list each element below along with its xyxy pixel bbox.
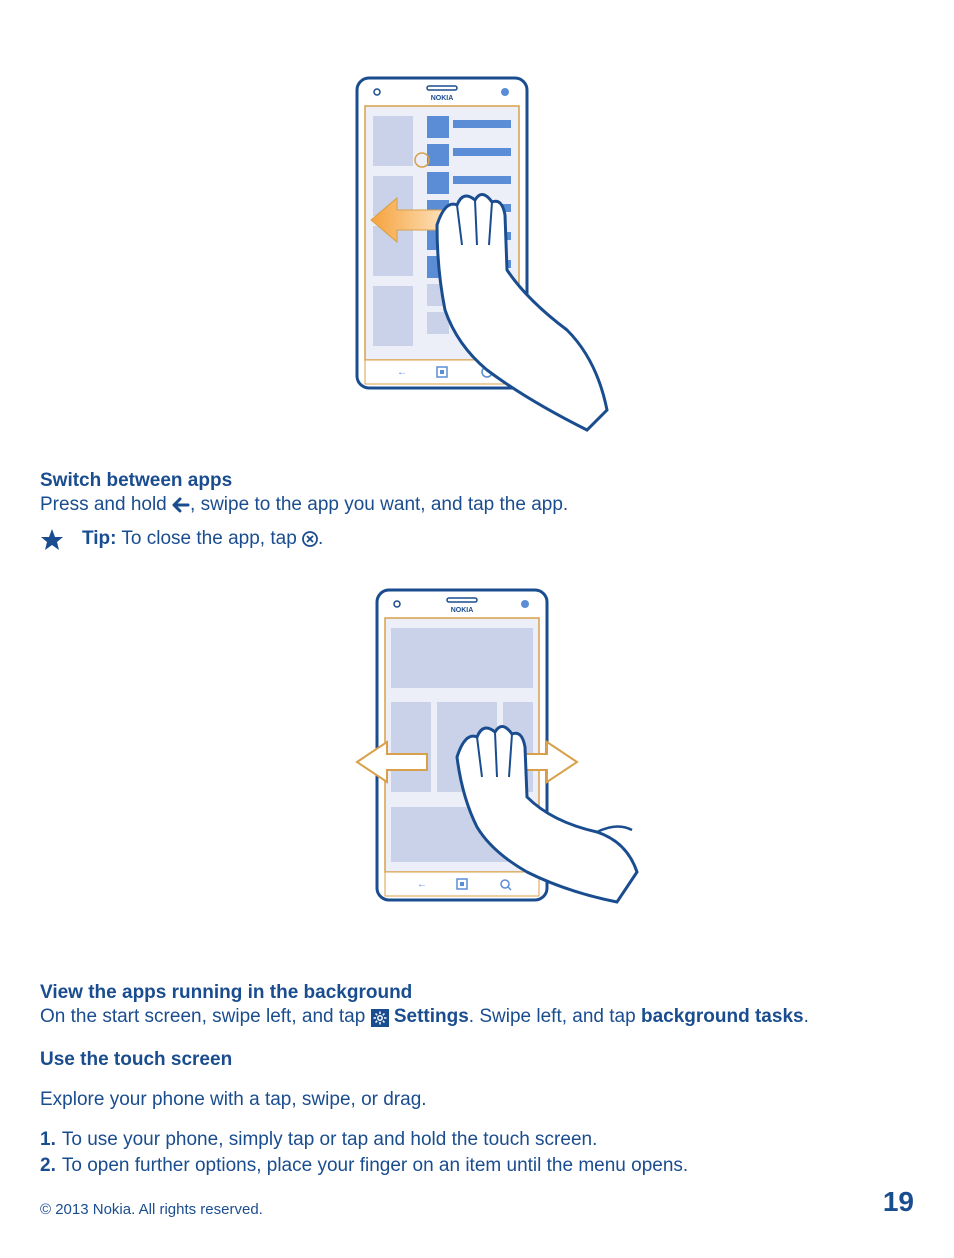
tip-before: To close the app, tap <box>116 528 302 549</box>
list-item: 2. To open further options, place your f… <box>40 1153 914 1179</box>
brand-label: NOKIA <box>431 95 454 102</box>
bg-line-mid: . Swipe left, and tap <box>469 1006 641 1027</box>
switch-apps-heading: Switch between apps <box>40 470 914 492</box>
tip-text: Tip: To close the app, tap . <box>82 526 323 552</box>
list-text: To open further options, place your fing… <box>62 1153 688 1179</box>
touch-screen-intro: Explore your phone with a tap, swipe, or… <box>40 1087 914 1113</box>
page-number: 19 <box>883 1186 914 1218</box>
bg-line-after: . <box>804 1006 809 1027</box>
list-item: 1. To use your phone, simply tap or tap … <box>40 1127 914 1153</box>
intro-after: , swipe to the app you want, and tap the… <box>190 494 568 515</box>
svg-text:←: ← <box>397 367 407 378</box>
tip-label: Tip: <box>82 528 116 549</box>
steps-list: 1. To use your phone, simply tap or tap … <box>40 1127 914 1178</box>
phone-swipe-left-illustration: NOKIA ← <box>327 70 627 440</box>
bg-tasks-label: background tasks <box>641 1006 804 1027</box>
page-footer: © 2013 Nokia. All rights reserved. 19 <box>40 1186 914 1218</box>
background-apps-heading: View the apps running in the background <box>40 982 914 1004</box>
switch-apps-intro: Press and hold , swipe to the app you wa… <box>40 492 914 518</box>
touch-screen-heading: Use the touch screen <box>40 1049 914 1071</box>
close-circle-icon <box>302 531 318 547</box>
list-num: 2. <box>40 1153 56 1179</box>
phone-task-switcher-illustration: NOKIA ← <box>297 582 657 952</box>
tip-row: Tip: To close the app, tap . <box>40 526 914 552</box>
brand-label-2: NOKIA <box>451 607 474 614</box>
copyright-text: © 2013 Nokia. All rights reserved. <box>40 1201 263 1218</box>
settings-icon <box>371 1009 389 1027</box>
settings-label: Settings <box>394 1006 469 1027</box>
list-text: To use your phone, simply tap or tap and… <box>62 1127 598 1153</box>
list-num: 1. <box>40 1127 56 1153</box>
intro-before: Press and hold <box>40 494 172 515</box>
back-arrow-icon <box>172 497 190 513</box>
star-icon <box>40 528 64 552</box>
bg-line-before: On the start screen, swipe left, and tap <box>40 1006 371 1027</box>
background-apps-line: On the start screen, swipe left, and tap… <box>40 1004 914 1030</box>
svg-text:←: ← <box>417 879 427 890</box>
tip-after: . <box>318 528 323 549</box>
